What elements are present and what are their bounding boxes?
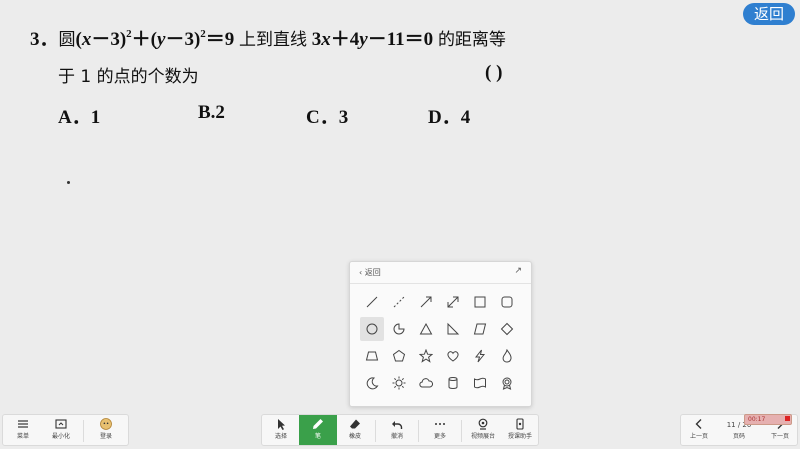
pen-icon: [299, 415, 337, 433]
question-number: 3．: [30, 29, 59, 50]
toolbar-divider: [83, 420, 84, 442]
triangle-shape-icon[interactable]: [414, 317, 438, 341]
shape-panel-back-button[interactable]: ‹ 返回: [359, 267, 381, 278]
stop-recording-icon[interactable]: [785, 416, 790, 421]
question-line-1: 3．圆(x－3)2＋(y－3)2＝9 上到直线 3x＋4y－11＝0 的距离等: [30, 28, 506, 50]
moon-shape-icon[interactable]: [360, 371, 384, 395]
answer-paren: ( ): [485, 62, 503, 83]
rectangle-shape-icon[interactable]: [468, 290, 492, 314]
more-icon: [423, 415, 457, 433]
cylinder-shape-icon[interactable]: [441, 371, 465, 395]
left-toolbar: 菜单 最小化 登录: [2, 414, 129, 446]
option-a: A．1: [58, 107, 101, 128]
banner-shape-icon[interactable]: [468, 371, 492, 395]
heart-shape-icon[interactable]: [441, 344, 465, 368]
pen-tool-button[interactable]: 笔: [299, 415, 337, 445]
eraser-tool-button[interactable]: 橡皮: [338, 415, 372, 445]
right-triangle-shape-icon[interactable]: [441, 317, 465, 341]
return-button[interactable]: 返回: [743, 3, 795, 25]
cursor-icon: [264, 415, 298, 433]
minimize-icon: [43, 415, 79, 433]
toolbar-divider: [418, 420, 419, 442]
chevron-left-icon: [683, 415, 715, 433]
minimize-button[interactable]: 最小化: [43, 415, 79, 445]
flame-shape-icon[interactable]: [495, 344, 519, 368]
double-arrow-shape-icon[interactable]: [441, 290, 465, 314]
teaching-assistant-button[interactable]: 授课助手: [502, 415, 538, 445]
sector-shape-icon[interactable]: [387, 317, 411, 341]
line-shape-icon[interactable]: [360, 290, 384, 314]
more-button[interactable]: 更多: [423, 415, 457, 445]
login-button[interactable]: 登录: [87, 415, 125, 445]
phone-icon: [502, 415, 538, 433]
prev-page-button[interactable]: 上一页: [683, 415, 715, 445]
toolbar-divider: [461, 420, 462, 442]
dashed-line-shape-icon[interactable]: [387, 290, 411, 314]
center-toolbar: 选择 笔 橡皮 撤消 更多 视频展台 授课助手: [261, 414, 539, 446]
eraser-icon: [338, 415, 372, 433]
shape-panel-header: ‹ 返回 ↗: [350, 262, 531, 284]
avatar-icon: [87, 415, 125, 433]
slide-canvas[interactable]: 返回 3．圆(x－3)2＋(y－3)2＝9 上到直线 3x＋4y－11＝0 的距…: [0, 0, 800, 449]
undo-button[interactable]: 撤消: [380, 415, 414, 445]
sun-shape-icon[interactable]: [387, 371, 411, 395]
rounded-rectangle-shape-icon[interactable]: [495, 290, 519, 314]
diamond-shape-icon[interactable]: [495, 317, 519, 341]
option-d: D．4: [428, 107, 471, 128]
menu-button[interactable]: 菜单: [5, 415, 41, 445]
undo-icon: [380, 415, 414, 433]
option-c: C．3: [306, 107, 349, 128]
menu-icon: [5, 415, 41, 433]
star-shape-icon[interactable]: [414, 344, 438, 368]
trapezoid-shape-icon[interactable]: [360, 344, 384, 368]
select-tool-button[interactable]: 选择: [264, 415, 298, 445]
ink-dot: [67, 181, 70, 184]
question-line-2: 于 1 的点的个数为: [58, 67, 199, 87]
pentagon-shape-icon[interactable]: [387, 344, 411, 368]
lightning-shape-icon[interactable]: [468, 344, 492, 368]
toolbar-divider: [375, 420, 376, 442]
shape-panel: ‹ 返回 ↗: [349, 261, 532, 407]
badge-shape-icon[interactable]: [495, 371, 519, 395]
arrow-shape-icon[interactable]: [414, 290, 438, 314]
cloud-shape-icon[interactable]: [414, 371, 438, 395]
camera-icon: [465, 415, 501, 433]
circle-shape-icon[interactable]: [360, 317, 384, 341]
option-b: B.2: [198, 102, 225, 123]
video-booth-button[interactable]: 视频展台: [465, 415, 501, 445]
parallelogram-shape-icon[interactable]: [468, 317, 492, 341]
expand-icon[interactable]: ↗: [514, 266, 522, 276]
